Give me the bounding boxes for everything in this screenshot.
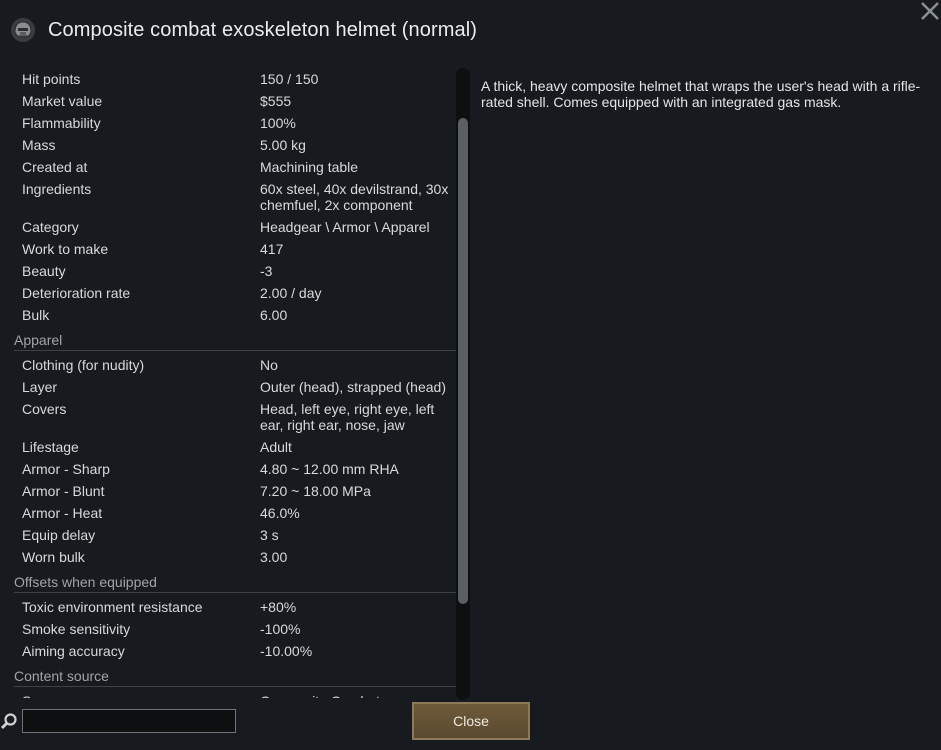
- stat-row[interactable]: Market value $555: [14, 90, 456, 112]
- stat-label: Covers: [22, 401, 67, 417]
- stat-value: Adult: [260, 439, 292, 455]
- stat-value: Outer (head), strapped (head): [260, 379, 446, 395]
- content-source-stats: SourceComposite Combat: [14, 690, 456, 698]
- stat-row[interactable]: Beauty -3: [14, 260, 456, 282]
- stat-value: 2.00 / day: [260, 285, 322, 301]
- stat-label: Bulk: [22, 307, 50, 323]
- stat-row[interactable]: Equip delay 3 s: [14, 524, 456, 546]
- stat-label: Work to make: [22, 241, 109, 257]
- stat-label: Market value: [22, 93, 103, 109]
- stats-scrollbar-thumb[interactable]: [458, 118, 468, 604]
- stat-label: Equip delay: [22, 527, 96, 543]
- stat-row[interactable]: Flammability 100%: [14, 112, 456, 134]
- search-input[interactable]: [22, 709, 236, 733]
- stat-row[interactable]: SourceComposite Combat: [14, 690, 456, 698]
- section-header-apparel: Apparel: [14, 326, 456, 351]
- stat-row[interactable]: Covers Head, left eye, right eye, left ea…: [14, 398, 456, 436]
- stat-row[interactable]: Hit points 150 / 150: [14, 68, 456, 90]
- stat-value: 3 s: [260, 527, 279, 543]
- stat-label: Created at: [22, 159, 88, 175]
- stat-row[interactable]: Armor - Blunt 7.20 ~ 18.00 MPa: [14, 480, 456, 502]
- stat-row[interactable]: Lifestage Adult: [14, 436, 456, 458]
- stat-value: Composite Combat: [260, 693, 456, 698]
- stat-label: Beauty: [22, 263, 66, 279]
- stat-label: Deterioration rate: [22, 285, 131, 301]
- stat-row[interactable]: Created at Machining table: [14, 156, 456, 178]
- stat-value: -3: [260, 263, 273, 279]
- stat-row[interactable]: Armor - Heat 46.0%: [14, 502, 456, 524]
- stat-row[interactable]: Category Headgear \ Armor \ Apparel: [14, 216, 456, 238]
- stat-row[interactable]: Worn bulk 3.00: [14, 546, 456, 568]
- stat-label: Armor - Sharp: [22, 461, 110, 477]
- helmet-icon: [11, 18, 35, 42]
- stat-label: Lifestage: [22, 439, 79, 455]
- stat-label: Hit points: [22, 71, 81, 87]
- stat-label: Clothing (for nudity): [22, 357, 145, 373]
- stat-value: 60x steel, 40x devilstrand, 30x chemfuel…: [260, 181, 449, 213]
- stat-value: 6.00: [260, 307, 288, 323]
- stat-value: +80%: [260, 599, 297, 615]
- stat-value: Headgear \ Armor \ Apparel: [260, 219, 430, 235]
- stat-value: 46.0%: [260, 505, 300, 521]
- stat-value: 4.80 ~ 12.00 mm RHA: [260, 461, 399, 477]
- stat-row[interactable]: Layer Outer (head), strapped (head): [14, 376, 456, 398]
- section-header-content-source: Content source: [14, 662, 456, 687]
- stat-value: Machining table: [260, 159, 359, 175]
- apparel-stats: Clothing (for nudity) No Layer Outer (head)…: [14, 354, 456, 568]
- stat-label: Smoke sensitivity: [22, 621, 131, 637]
- stat-value: 3.00: [260, 549, 288, 565]
- stat-value: -10.00%: [260, 643, 313, 659]
- stats-scrollbar[interactable]: [456, 68, 470, 700]
- stat-label: Layer: [22, 379, 58, 395]
- window-header: Composite combat exoskeleton helmet (nor…: [10, 14, 477, 46]
- stat-label: Worn bulk: [22, 549, 85, 565]
- stat-value: 417: [260, 241, 284, 257]
- stat-row[interactable]: Bulk 6.00: [14, 304, 456, 326]
- stat-row[interactable]: Clothing (for nudity) No: [14, 354, 456, 376]
- stat-value: 5.00 kg: [260, 137, 306, 153]
- stat-value: Head, left eye, right eye, left ear, rig…: [260, 401, 435, 433]
- info-window: Composite combat exoskeleton helmet (nor…: [0, 0, 941, 750]
- stat-label: Ingredients: [22, 181, 92, 197]
- section-header-offsets: Offsets when equipped: [14, 568, 456, 593]
- stat-row[interactable]: Work to make 417: [14, 238, 456, 260]
- stat-row[interactable]: Ingredients 60x steel, 40x devilstrand, 3…: [14, 178, 456, 216]
- search-icon: [0, 713, 17, 730]
- stat-row[interactable]: Smoke sensitivity -100%: [14, 618, 456, 640]
- stat-value: 150 / 150: [260, 71, 319, 87]
- window-title: Composite combat exoskeleton helmet (nor…: [48, 18, 478, 41]
- stat-row[interactable]: Aiming accuracy -10.00%: [14, 640, 456, 662]
- item-description: A thick, heavy composite helmet that wra…: [481, 78, 921, 110]
- stat-label: Flammability: [22, 115, 101, 131]
- stat-value: 100%: [260, 115, 296, 131]
- stat-label: Mass: [22, 137, 56, 153]
- offsets-stats: Toxic environment resistance +80% Smoke se…: [14, 596, 456, 662]
- close-button[interactable]: Close: [412, 702, 530, 740]
- stat-value: $555: [260, 93, 292, 109]
- stat-value: 7.20 ~ 18.00 MPa: [260, 483, 371, 499]
- stat-value: No: [260, 357, 278, 373]
- close-x-icon[interactable]: [919, 0, 941, 22]
- stat-label: Aiming accuracy: [22, 643, 125, 659]
- stat-row[interactable]: Deterioration rate 2.00 / day: [14, 282, 456, 304]
- stat-value: -100%: [260, 621, 301, 637]
- general-stats: Hit points 150 / 150 Market value $555 Flamm…: [14, 68, 456, 326]
- stat-label: Armor - Heat: [22, 505, 103, 521]
- stat-label: Toxic environment resistance: [22, 599, 203, 615]
- stat-label: Source: [14, 693, 260, 698]
- stat-label: Category: [22, 219, 79, 235]
- stat-label: Armor - Blunt: [22, 483, 105, 499]
- stat-row[interactable]: Mass 5.00 kg: [14, 134, 456, 156]
- stats-panel: Hit points 150 / 150 Market value $555 Flamm…: [14, 68, 456, 698]
- stat-row[interactable]: Toxic environment resistance +80%: [14, 596, 456, 618]
- stat-row[interactable]: Armor - Sharp 4.80 ~ 12.00 mm RHA: [14, 458, 456, 480]
